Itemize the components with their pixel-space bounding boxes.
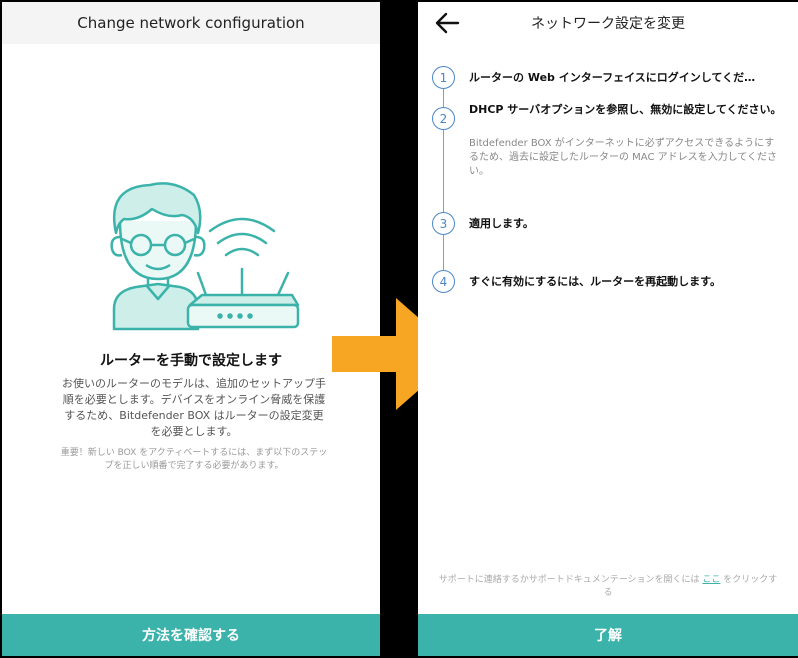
right-header-title: ネットワーク設定を変更 [531, 16, 685, 32]
step-4-number: 4 [432, 270, 455, 293]
left-title: ルーターを手動で設定します [100, 353, 282, 369]
back-arrow-icon[interactable] [434, 12, 460, 34]
right-screen: ネットワーク設定を変更 1 ルーターの Web インターフェイスにログインしてく… [418, 2, 798, 656]
step-2-title: DHCP サーバオプションを参照し、無効に設定してください。 [469, 103, 782, 116]
right-header: ネットワーク設定を変更 [418, 2, 798, 44]
left-note: 重要！新しい BOX をアクティベートするには、まず以下のステップを正しい順番で… [60, 448, 328, 471]
understood-button[interactable]: 了解 [418, 614, 798, 656]
left-header: Change network configuration [2, 2, 380, 44]
step-4-title: すぐに有効にするには、ルーターを再起動します。 [469, 275, 722, 288]
step-1-number: 1 [432, 66, 455, 89]
confirm-method-button[interactable]: 方法を確認する [2, 614, 380, 656]
step-3-number: 3 [432, 212, 455, 235]
step-3-title: 適用します。 [469, 217, 534, 230]
left-description: お使いのルーターのモデルは、追加のセットアップ手順を必要とします。デバイスをオン… [62, 377, 326, 438]
left-header-title: Change network configuration [77, 14, 305, 32]
step-2-number: 2 [432, 107, 455, 130]
support-link[interactable]: ここ [702, 575, 720, 585]
support-note-text: サポートに連絡するかサポートドキュメンテーションを開くには [438, 575, 703, 585]
support-note: サポートに連絡するかサポートドキュメンテーションを開くには ここ をクリックする [436, 574, 780, 600]
step-2-description: Bitdefender BOX がインターネットに必ずアクセスできるようにするた… [469, 138, 778, 177]
router-illustration [186, 217, 300, 329]
router-setup-illustration [110, 182, 300, 331]
step-1-title: ルーターの Web インターフェイスにログインしてくだ… [469, 71, 756, 84]
left-screen: Change network configuration ルーターを手動で設定し… [2, 2, 380, 656]
